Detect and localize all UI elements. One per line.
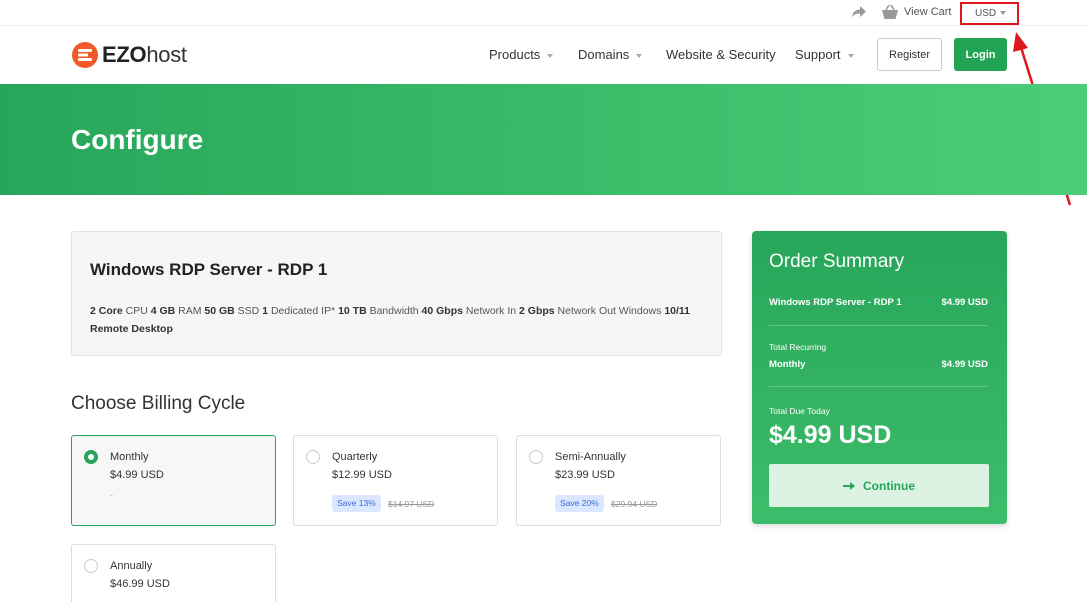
product-name: Windows RDP Server - RDP 1 bbox=[90, 260, 328, 279]
page-hero: Configure bbox=[0, 84, 1087, 195]
save-badge: Save 20% bbox=[555, 495, 604, 512]
chevron-down-icon bbox=[636, 53, 643, 58]
spec-value: 2 Core bbox=[90, 305, 123, 317]
product-specs: 2 Core CPU 4 GB RAM 50 GB SSD 1 Dedicate… bbox=[90, 302, 700, 338]
order-summary-panel: Order Summary Windows RDP Server - RDP 1… bbox=[752, 231, 1007, 524]
arrow-right-icon bbox=[843, 481, 855, 490]
divider bbox=[769, 325, 988, 326]
logo-text-host: host bbox=[146, 42, 187, 67]
nav-support-label: Support bbox=[795, 47, 841, 62]
total-due-label: Total Due Today bbox=[769, 406, 830, 416]
nav-website-security[interactable]: Website & Security bbox=[666, 47, 776, 62]
spec-value: 2 Gbps bbox=[519, 305, 555, 317]
logo-mark-icon bbox=[72, 42, 98, 68]
option-price: $46.99 USD bbox=[110, 578, 170, 590]
spec-label: Bandwidth bbox=[366, 305, 422, 317]
chevron-down-icon bbox=[1000, 11, 1007, 16]
logo-text-ezo: EZO bbox=[102, 42, 147, 67]
register-button[interactable]: Register bbox=[877, 38, 942, 71]
product-card: Windows RDP Server - RDP 1 2 Core CPU 4 … bbox=[71, 231, 722, 356]
option-name: Semi-Annually bbox=[555, 451, 626, 463]
spec-label: Network Out Windows bbox=[554, 305, 665, 317]
radio-unselected[interactable] bbox=[306, 450, 320, 464]
spec-value: 10 TB bbox=[338, 305, 367, 317]
nav-products[interactable]: Products bbox=[489, 47, 554, 62]
original-price: $29.94 USD bbox=[611, 499, 658, 509]
page-title: Configure bbox=[71, 124, 204, 155]
view-cart-link[interactable]: View Cart bbox=[904, 6, 951, 18]
radio-selected[interactable] bbox=[84, 450, 98, 464]
summary-recurring-row: Monthly $4.99 USD bbox=[769, 359, 988, 370]
site-logo[interactable]: EZOhost bbox=[71, 39, 187, 71]
recurring-cycle: Monthly bbox=[769, 359, 806, 370]
spec-label: SSD bbox=[234, 305, 263, 317]
nav-website-security-label: Website & Security bbox=[666, 47, 776, 62]
total-due-amount: $4.99 USD bbox=[769, 421, 892, 449]
option-note: - bbox=[110, 490, 113, 500]
billing-option-quarterly[interactable]: Quarterly $12.99 USD Save 13% $14.97 USD bbox=[293, 435, 498, 526]
billing-option-monthly[interactable]: Monthly $4.99 USD - bbox=[71, 435, 276, 526]
spec-value: 50 GB bbox=[204, 305, 235, 317]
nav-domains-label: Domains bbox=[578, 47, 630, 62]
spec-label: Network In bbox=[462, 305, 520, 317]
spec-value: 4 GB bbox=[150, 305, 176, 317]
radio-unselected[interactable] bbox=[84, 559, 98, 573]
option-name: Quarterly bbox=[332, 451, 378, 463]
option-name: Monthly bbox=[110, 451, 149, 463]
site-header: EZOhost Products Domains Website & Secur… bbox=[0, 27, 1087, 84]
option-price: $12.99 USD bbox=[332, 469, 392, 481]
order-summary-title: Order Summary bbox=[769, 251, 905, 272]
billing-option-semi-annually[interactable]: Semi-Annually $23.99 USD Save 20% $29.94… bbox=[516, 435, 721, 526]
nav-products-label: Products bbox=[489, 47, 541, 62]
billing-option-annually[interactable]: Annually $46.99 USD bbox=[71, 544, 276, 602]
original-price: $14.97 USD bbox=[388, 499, 435, 509]
total-recurring-label: Total Recurring bbox=[769, 342, 827, 352]
currency-selector[interactable]: USD bbox=[960, 2, 1019, 25]
spec-label: CPU bbox=[122, 305, 151, 317]
spec-label: RAM bbox=[175, 305, 205, 317]
option-price: $4.99 USD bbox=[110, 469, 164, 481]
summary-item-name: Windows RDP Server - RDP 1 bbox=[769, 297, 902, 308]
radio-unselected[interactable] bbox=[529, 450, 543, 464]
billing-cycle-heading: Choose Billing Cycle bbox=[71, 393, 246, 414]
top-bar: View Cart USD bbox=[0, 0, 1087, 26]
option-name: Annually bbox=[110, 560, 153, 572]
chevron-down-icon bbox=[847, 53, 854, 58]
recurring-price: $4.99 USD bbox=[941, 359, 988, 370]
continue-label: Continue bbox=[863, 478, 915, 493]
summary-item-row: Windows RDP Server - RDP 1 $4.99 USD bbox=[769, 297, 988, 308]
spec-label: Dedicated IP* bbox=[268, 305, 339, 317]
basket-icon[interactable] bbox=[881, 4, 899, 20]
currency-label: USD bbox=[975, 8, 997, 19]
login-button[interactable]: Login bbox=[954, 38, 1007, 71]
nav-support[interactable]: Support bbox=[795, 47, 854, 62]
option-price: $23.99 USD bbox=[555, 469, 615, 481]
chevron-down-icon bbox=[547, 53, 554, 58]
save-badge: Save 13% bbox=[332, 495, 381, 512]
spec-value: 40 Gbps bbox=[421, 305, 463, 317]
nav-domains[interactable]: Domains bbox=[578, 47, 643, 62]
summary-item-price: $4.99 USD bbox=[941, 297, 988, 308]
divider bbox=[769, 386, 988, 387]
share-arrow-icon[interactable] bbox=[851, 5, 867, 19]
continue-button[interactable]: Continue bbox=[769, 464, 989, 507]
